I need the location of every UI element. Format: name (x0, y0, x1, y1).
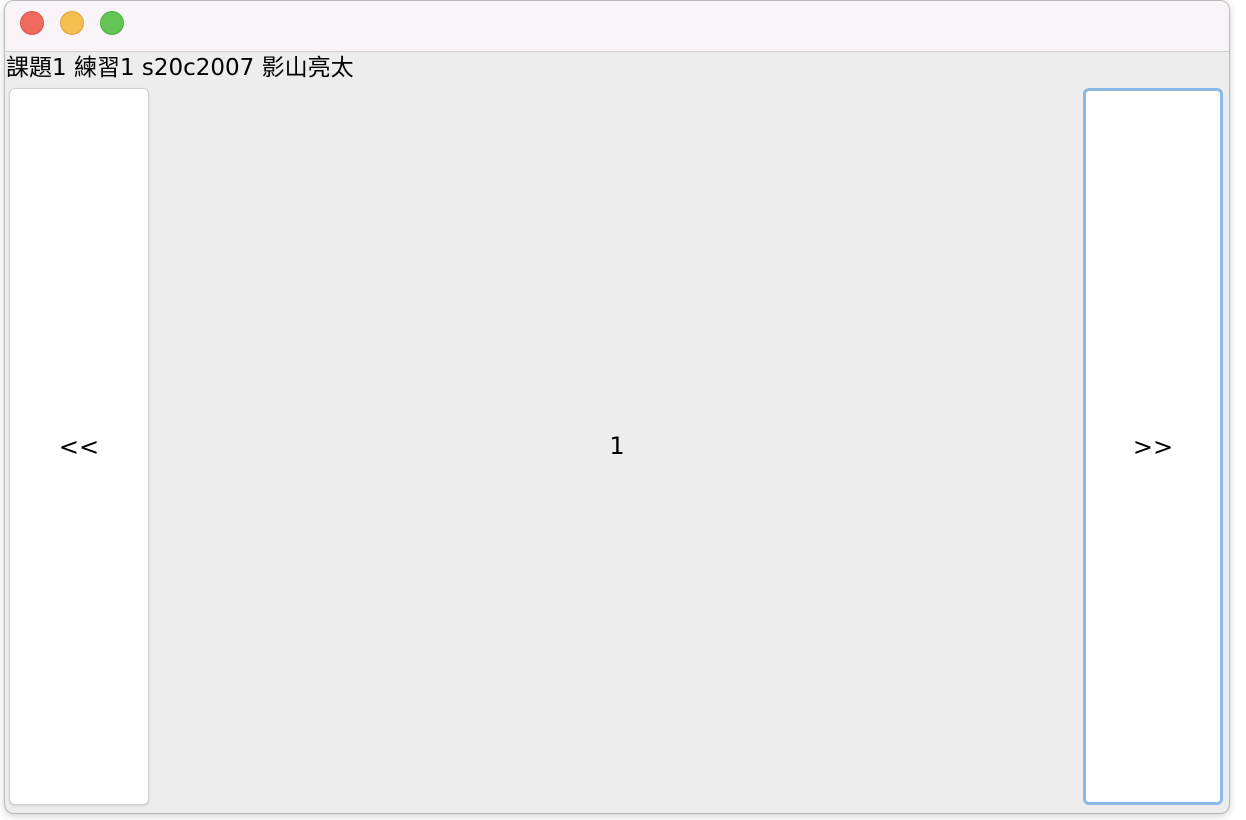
previous-button[interactable]: << (9, 88, 149, 805)
maximize-window-button[interactable] (100, 11, 124, 35)
title-bar[interactable] (5, 1, 1229, 52)
next-button[interactable]: >> (1083, 88, 1223, 805)
minimize-window-button[interactable] (60, 11, 84, 35)
app-window: 課題1 練習1 s20c2007 影山亮太 << 1 >> (4, 0, 1230, 814)
close-window-button[interactable] (20, 11, 44, 35)
page-number-label: 1 (609, 432, 625, 460)
assignment-label: 課題1 練習1 s20c2007 影山亮太 (6, 55, 354, 81)
